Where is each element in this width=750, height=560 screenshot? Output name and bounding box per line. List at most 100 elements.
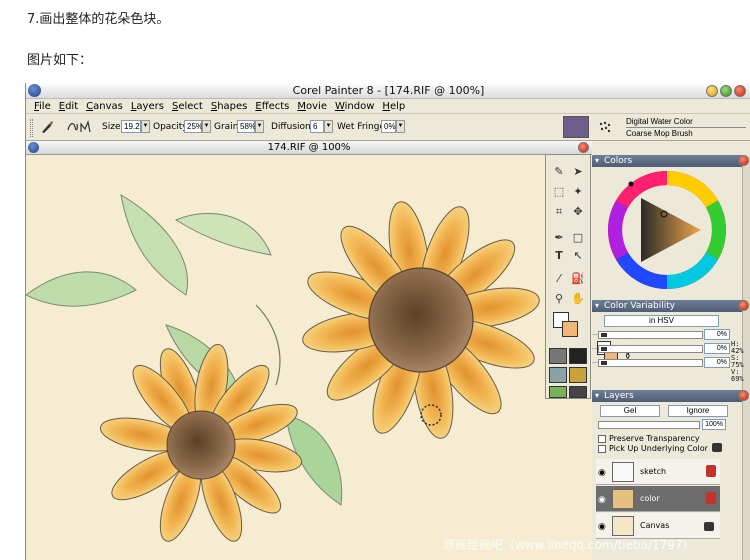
pick-up-underlying-checkbox[interactable]	[598, 445, 606, 453]
look-selector-icon[interactable]	[569, 386, 587, 398]
close-button[interactable]	[734, 85, 746, 97]
drawing-canvas[interactable]	[26, 155, 592, 560]
menu-shapes[interactable]: Shapes	[207, 99, 252, 113]
menu-effects[interactable]: Effects	[251, 99, 293, 113]
window-title: Corel Painter 8 - [174.RIF @ 100%]	[292, 84, 485, 97]
document-logo-icon	[28, 142, 39, 153]
document-title: 174.RIF @ 100%	[267, 142, 351, 153]
brush-variant-name[interactable]: Coarse Mop Brush	[626, 129, 693, 139]
variability-s-slider[interactable]	[598, 345, 703, 353]
layer-name: sketch	[640, 467, 667, 476]
brush-selector-icon[interactable]	[563, 116, 589, 138]
paper-selector-icon[interactable]	[549, 348, 567, 364]
pen-tool-button[interactable]: ✒	[550, 229, 568, 247]
layer-row-color[interactable]: ◉ color	[596, 486, 720, 512]
layers-panel-close-button[interactable]	[738, 390, 749, 401]
preserve-transparency-label: Preserve Transparency	[609, 434, 700, 443]
grabber-hand-tool-button[interactable]: ✋	[569, 290, 587, 308]
weaving-selector-icon[interactable]	[569, 367, 587, 383]
preserve-transparency-checkbox[interactable]	[598, 435, 606, 443]
composite-method-select[interactable]: Gel	[600, 405, 660, 417]
rect-select-tool-button[interactable]: ⬚	[550, 183, 568, 201]
menu-window[interactable]: Window	[331, 99, 378, 113]
dropper-arrow-tool-button[interactable]: ➤	[569, 163, 587, 181]
toolbar-grip-icon[interactable]	[30, 119, 33, 137]
color-wheel[interactable]	[607, 170, 727, 295]
variability-v-dots: ...	[592, 358, 598, 365]
sunflower-artwork	[26, 194, 540, 542]
hue-marker-icon	[628, 181, 634, 187]
value-value: V: 69%	[731, 368, 744, 383]
colors-panel-close-button[interactable]	[738, 155, 749, 166]
paint-bucket-tool-button[interactable]: ⛽	[569, 270, 587, 288]
brush-stroke-type-icons[interactable]	[66, 120, 92, 134]
layer-opacity-value[interactable]: 100%	[702, 419, 726, 430]
document-close-button[interactable]	[578, 142, 589, 153]
opacity-dropdown-icon[interactable]: ▼	[202, 120, 211, 133]
additional-color-swatch[interactable]	[562, 321, 578, 337]
variability-h-slider[interactable]	[598, 331, 703, 339]
layer-adjuster-tool-button[interactable]: ✥	[569, 203, 587, 221]
text-tool-button[interactable]: T	[550, 247, 568, 265]
visibility-eye-icon[interactable]: ◉	[598, 467, 606, 477]
variability-h-value[interactable]: 0%	[704, 329, 730, 340]
size-field[interactable]: 19.2	[121, 120, 141, 133]
crop-tool-button[interactable]: ⌗	[550, 203, 568, 221]
maximize-button[interactable]	[720, 85, 732, 97]
menu-movie[interactable]: Movie	[293, 99, 331, 113]
window-controls	[706, 85, 746, 97]
layers-panel-title: Layers	[604, 391, 634, 401]
color-variability-header[interactable]: Color Variability	[592, 300, 749, 312]
wet-fringe-field[interactable]: 0%	[381, 120, 396, 133]
pattern-selector-icon[interactable]	[549, 367, 567, 383]
brush-dab-icon[interactable]	[598, 120, 612, 134]
layer-name: color	[640, 494, 660, 503]
wet-fringe-dropdown-icon[interactable]: ▼	[396, 120, 405, 133]
brush-category-name[interactable]: Digital Water Color	[626, 117, 746, 128]
rectangle-shape-tool-button[interactable]: □	[569, 229, 587, 247]
menu-canvas[interactable]: Canvas	[82, 99, 127, 113]
diffusion-dropdown-icon[interactable]: ▼	[324, 120, 333, 133]
layer-row-sketch[interactable]: ◉ sketch	[596, 459, 720, 485]
visibility-eye-icon[interactable]: ◉	[598, 494, 606, 504]
magic-wand-tool-button[interactable]: ✦	[569, 183, 587, 201]
brush-tool-button[interactable]: ✎	[550, 163, 568, 181]
magnifier-tool-button[interactable]: ⚲	[550, 290, 568, 308]
palette-area: Colors ⚱ H: 42% S: 75%	[592, 155, 750, 560]
painter-logo-icon	[28, 84, 41, 97]
variability-v-slider[interactable]	[598, 359, 703, 367]
gradient-selector-icon[interactable]	[569, 348, 587, 364]
opacity-field[interactable]: 25%	[184, 120, 203, 133]
pick-up-underlying-label: Pick Up Underlying Color	[609, 444, 708, 453]
hue-value: H: 42%	[731, 340, 744, 355]
hsv-readout: H: 42% S: 75% V: 69%	[731, 341, 750, 383]
colors-panel-title: Colors	[604, 156, 633, 166]
variability-h-dots: ...	[592, 330, 598, 337]
menu-layers[interactable]: Layers	[127, 99, 168, 113]
minimize-button[interactable]	[706, 85, 718, 97]
size-dropdown-icon[interactable]: ▼	[141, 120, 150, 133]
composite-depth-select[interactable]: Ignore	[668, 405, 728, 417]
variability-v-value[interactable]: 0%	[704, 357, 730, 368]
color-variability-close-button[interactable]	[738, 300, 749, 311]
menu-select[interactable]: Select	[168, 99, 207, 113]
color-variability-title: Color Variability	[604, 301, 676, 311]
lock-icon[interactable]	[712, 443, 722, 452]
nozzle-selector-icon[interactable]	[549, 386, 567, 398]
diffusion-field[interactable]: 6	[310, 120, 324, 133]
layer-thumbnail	[612, 516, 634, 536]
layer-opacity-slider[interactable]	[598, 421, 700, 429]
visibility-eye-icon[interactable]: ◉	[598, 521, 606, 531]
window-titlebar: Corel Painter 8 - [174.RIF @ 100%]	[26, 83, 750, 99]
variability-mode-select[interactable]: in HSV	[604, 315, 719, 327]
menu-help[interactable]: Help	[378, 99, 409, 113]
menu-file[interactable]: File	[30, 99, 55, 113]
eyedropper-tool-button[interactable]: ⁄	[550, 270, 568, 288]
shape-selection-tool-button[interactable]: ↖	[569, 247, 587, 265]
variability-s-value[interactable]: 0%	[704, 343, 730, 354]
grain-dropdown-icon[interactable]: ▼	[255, 120, 264, 133]
grain-field[interactable]: 58%	[237, 120, 256, 133]
layers-panel-header[interactable]: Layers	[592, 390, 749, 402]
colors-panel-header[interactable]: Colors	[592, 155, 749, 167]
menu-edit[interactable]: Edit	[55, 99, 82, 113]
